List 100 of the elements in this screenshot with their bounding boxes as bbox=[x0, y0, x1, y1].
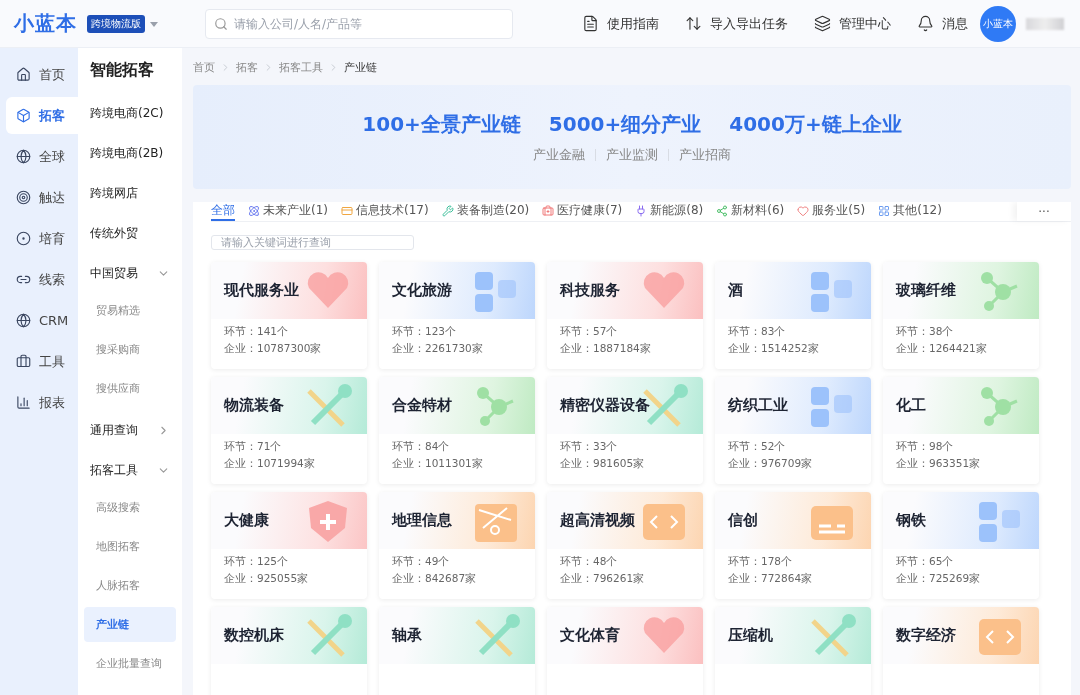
header-action[interactable]: 管理中心 bbox=[814, 14, 891, 33]
header-action[interactable]: 消息 bbox=[917, 14, 968, 33]
card-title: 纺织工业 bbox=[728, 396, 788, 415]
submenu-item[interactable]: 搜采购商 bbox=[84, 332, 176, 367]
link-count: 环节：178个 bbox=[728, 555, 794, 569]
company-count: 企业：2261730家 bbox=[392, 342, 484, 356]
bell-icon bbox=[917, 15, 934, 32]
company-count: 企业：981605家 bbox=[560, 457, 646, 471]
industry-card[interactable]: 数字经济 bbox=[883, 607, 1039, 695]
industry-card[interactable]: 玻璃纤维 环节：38个 企业：1264421家 bbox=[883, 262, 1039, 369]
industry-card[interactable]: 轴承 bbox=[379, 607, 535, 695]
menu-item[interactable]: 中国贸易 bbox=[84, 253, 176, 293]
industry-card[interactable]: 物流装备 环节：71个 企业：1071994家 bbox=[211, 377, 367, 484]
edition-badge: 跨境物流版 bbox=[87, 14, 145, 33]
menu-item[interactable]: 拓客工具 bbox=[84, 450, 176, 490]
card-title: 轴承 bbox=[392, 626, 422, 645]
company-count: 企业：796261家 bbox=[560, 572, 646, 586]
industry-card[interactable]: 合金特材 环节：84个 企业：1011301家 bbox=[379, 377, 535, 484]
card-title: 信创 bbox=[728, 511, 758, 530]
category-tab[interactable]: 医疗健康(7) bbox=[542, 202, 623, 221]
blurred-username bbox=[1026, 17, 1064, 30]
company-count: 企业：1011301家 bbox=[392, 457, 484, 471]
nav-item[interactable]: 拓客 bbox=[6, 97, 78, 134]
category-tab[interactable]: 新能源(8) bbox=[635, 202, 704, 221]
category-tab[interactable]: 其他(12) bbox=[878, 202, 942, 221]
company-count: 企业：925055家 bbox=[224, 572, 310, 586]
menu-item[interactable]: 跨境电商(2C) bbox=[84, 93, 176, 133]
card-title: 数控机床 bbox=[224, 626, 284, 645]
category-tab[interactable]: 新材料(6) bbox=[716, 202, 785, 221]
feature-label: 产业金融 bbox=[533, 145, 585, 164]
menu-item[interactable]: 传统外贸 bbox=[84, 213, 176, 253]
industry-card[interactable]: 现代服务业 环节：141个 企业：10787300家 bbox=[211, 262, 367, 369]
industry-card[interactable]: 文化体育 bbox=[547, 607, 703, 695]
company-count: 企业：963351家 bbox=[896, 457, 982, 471]
menu-item[interactable]: 跨境网店 bbox=[84, 173, 176, 213]
section-title: 智能拓客 bbox=[89, 59, 155, 81]
company-count: 企业：1887184家 bbox=[560, 342, 652, 356]
company-count: 企业：725269家 bbox=[896, 572, 982, 586]
medical-kit-icon bbox=[542, 204, 555, 217]
submenu-item[interactable]: 高级搜索 bbox=[84, 490, 176, 525]
category-tab[interactable]: 未来产业(1) bbox=[248, 202, 328, 221]
industry-card[interactable]: 化工 环节：98个 企业：963351家 bbox=[883, 377, 1039, 484]
stat-headline: 4000万+链上企业 bbox=[729, 110, 902, 138]
submenu-item[interactable]: 搜供应商 bbox=[84, 371, 176, 406]
breadcrumb-link[interactable]: 拓客工具 bbox=[279, 59, 323, 75]
link-count: 环节：123个 bbox=[392, 325, 458, 339]
stat-headline: 5000+细分产业 bbox=[548, 110, 702, 138]
menu-item[interactable]: 通用查询 bbox=[84, 410, 176, 450]
link-count: 环节：65个 bbox=[896, 555, 955, 569]
industry-card[interactable]: 地理信息 环节：49个 企业：842687家 bbox=[379, 492, 535, 599]
nav-item[interactable]: 全球 bbox=[6, 138, 78, 175]
submenu-item[interactable]: 人脉拓客 bbox=[84, 568, 176, 603]
industry-card[interactable]: 科技服务 环节：57个 企业：1887184家 bbox=[547, 262, 703, 369]
link-count: 环节：33个 bbox=[560, 440, 619, 454]
bar-chart-icon bbox=[16, 395, 31, 410]
breadcrumb-link[interactable]: 首页 bbox=[193, 59, 215, 75]
header-action[interactable]: 导入导出任务 bbox=[685, 14, 788, 33]
molecule-icon bbox=[716, 204, 729, 217]
category-tab[interactable]: 信息技术(17) bbox=[341, 202, 429, 221]
category-tab[interactable]: 装备制造(20) bbox=[441, 202, 530, 221]
avatar[interactable]: 小蓝本 bbox=[980, 5, 1016, 42]
keyword-field[interactable]: 请输入关键词进行查询 bbox=[211, 235, 414, 250]
submenu-item[interactable]: 地图拓客 bbox=[84, 529, 176, 564]
card-title: 化工 bbox=[896, 396, 926, 415]
industry-card[interactable]: 精密仪器设备 环节：33个 企业：981605家 bbox=[547, 377, 703, 484]
breadcrumb-link[interactable]: 产业链 bbox=[344, 59, 377, 75]
nav-item[interactable]: 报表 bbox=[6, 384, 78, 421]
nav-item[interactable]: 线索 bbox=[6, 261, 78, 298]
industry-card[interactable]: 信创 环节：178个 企业：772864家 bbox=[715, 492, 871, 599]
nav-item[interactable]: 培育 bbox=[6, 220, 78, 257]
company-count: 企业：1071994家 bbox=[224, 457, 316, 471]
breadcrumb-link[interactable]: 拓客 bbox=[236, 59, 258, 75]
globe-icon bbox=[16, 313, 31, 328]
nav-item[interactable]: 工具 bbox=[6, 343, 78, 380]
submenu-item[interactable]: 产业链 bbox=[84, 607, 176, 642]
feature-label: 产业招商 bbox=[679, 145, 731, 164]
menu-item[interactable]: 跨境电商(2B) bbox=[84, 133, 176, 173]
company-count: 企业：10787300家 bbox=[224, 342, 323, 356]
industry-card[interactable]: 压缩机 bbox=[715, 607, 871, 695]
nav-item[interactable]: 触达 bbox=[6, 179, 78, 216]
nav-item[interactable]: CRM bbox=[6, 302, 78, 339]
grid-icon bbox=[878, 204, 891, 217]
up-down-arrows-icon bbox=[685, 15, 702, 32]
industry-card[interactable]: 酒 环节：83个 企业：1514252家 bbox=[715, 262, 871, 369]
industry-card[interactable]: 数控机床 bbox=[211, 607, 367, 695]
header-action[interactable]: 使用指南 bbox=[582, 14, 659, 33]
industry-card[interactable]: 文化旅游 环节：123个 企业：2261730家 bbox=[379, 262, 535, 369]
industry-card[interactable]: 超高清视频 环节：48个 企业：796261家 bbox=[547, 492, 703, 599]
category-tab[interactable]: 服务业(5) bbox=[797, 202, 866, 221]
industry-card[interactable]: 纺织工业 环节：52个 企业：976709家 bbox=[715, 377, 871, 484]
industry-card[interactable]: 大健康 环节：125个 企业：925055家 bbox=[211, 492, 367, 599]
link-count: 环节：52个 bbox=[728, 440, 787, 454]
more-button[interactable]: ··· bbox=[1017, 202, 1071, 221]
submenu-item[interactable]: 企业批量查询 bbox=[84, 646, 176, 681]
submenu-item[interactable]: 贸易精选 bbox=[84, 293, 176, 328]
category-tab[interactable]: 全部 bbox=[211, 202, 235, 221]
logo[interactable]: 小蓝本 bbox=[14, 10, 77, 37]
industry-card[interactable]: 钢铁 环节：65个 企业：725269家 bbox=[883, 492, 1039, 599]
nav-item[interactable]: 首页 bbox=[6, 56, 78, 93]
search-field[interactable]: 请输入公司/人名/产品等 bbox=[205, 8, 513, 39]
